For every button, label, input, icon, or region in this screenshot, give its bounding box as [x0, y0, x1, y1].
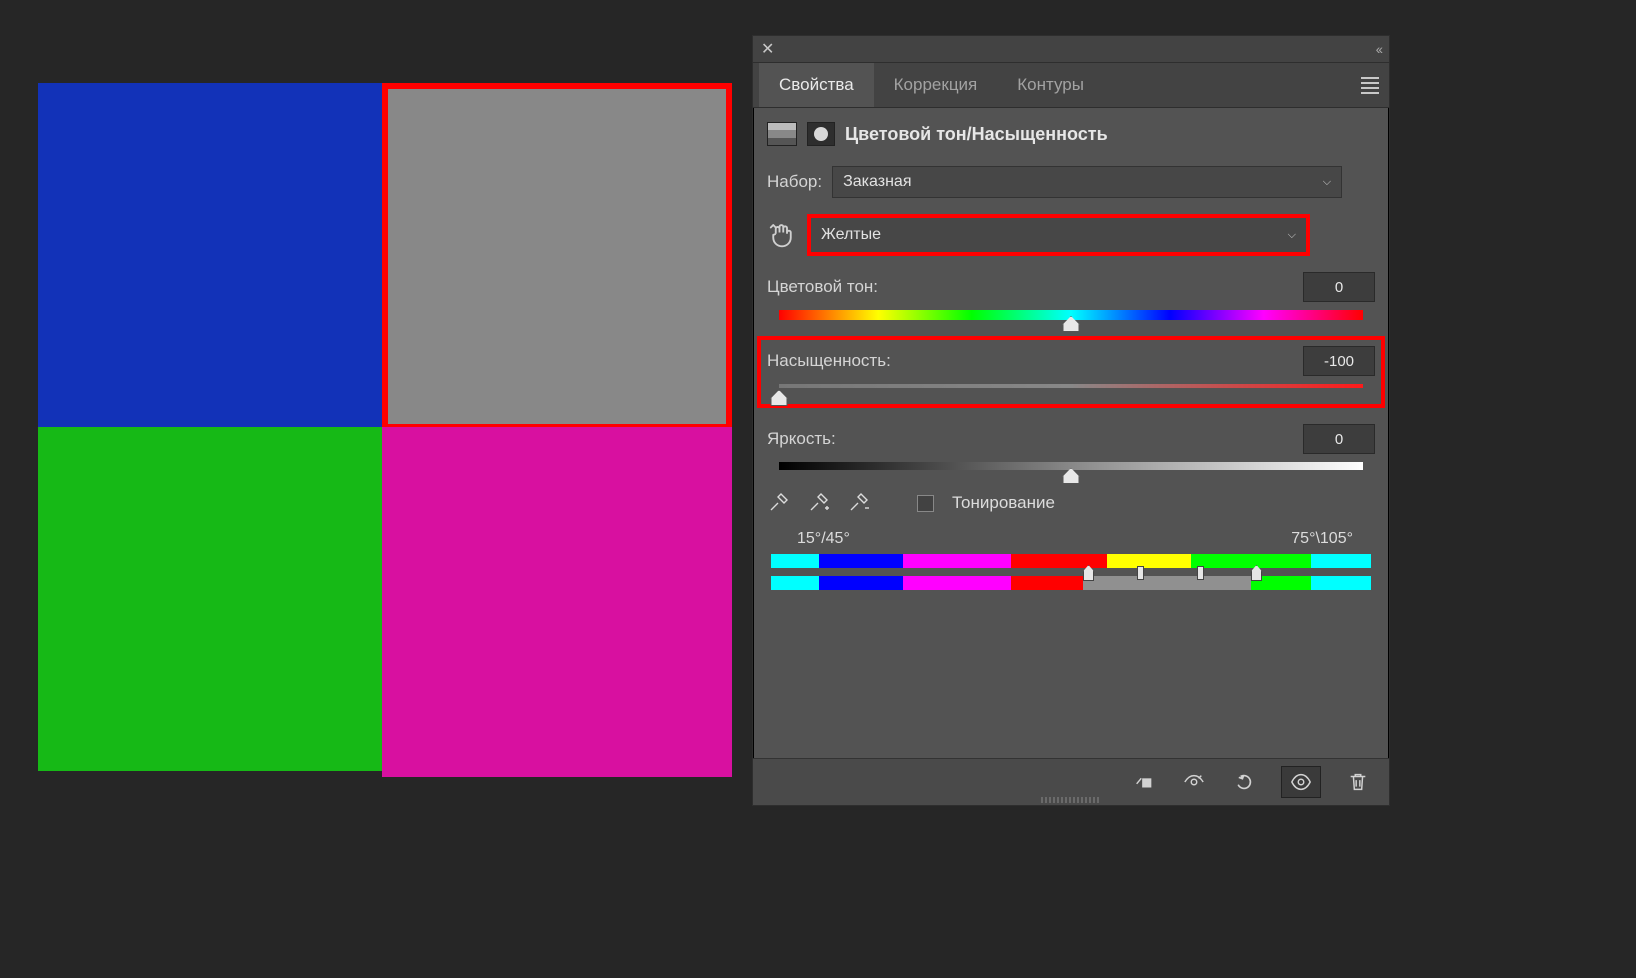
swatch-gray [382, 83, 732, 430]
collapse-icon[interactable]: ‹‹ [1376, 41, 1381, 57]
colorize-checkbox[interactable] [917, 495, 934, 512]
tab-paths[interactable]: Контуры [997, 63, 1104, 107]
visibility-icon[interactable] [1281, 766, 1321, 798]
lightness-label: Яркость: [767, 429, 1303, 449]
hue-slider[interactable] [779, 310, 1363, 320]
tab-properties[interactable]: Свойства [759, 63, 874, 107]
color-spectrum[interactable] [771, 554, 1371, 590]
saturation-slider[interactable] [779, 384, 1363, 394]
panel-footer [753, 758, 1389, 805]
properties-panel: ✕ ‹‹ Свойства Коррекция Контуры Цветовой… [752, 35, 1390, 806]
range-inner-end[interactable] [1197, 566, 1204, 580]
swatch-green [38, 427, 382, 771]
reset-icon[interactable] [1231, 770, 1257, 794]
hue-sat-icon[interactable] [767, 122, 797, 146]
scrubby-hand-icon[interactable] [767, 220, 797, 250]
canvas[interactable] [38, 83, 732, 777]
eyedropper-add-icon[interactable] [807, 490, 833, 516]
clip-to-layer-icon[interactable] [1131, 770, 1157, 794]
lightness-slider[interactable] [779, 462, 1363, 472]
saturation-label: Насыщенность: [767, 351, 1303, 371]
eyedropper-icon[interactable] [767, 490, 793, 516]
adjustment-title: Цветовой тон/Насыщенность [845, 124, 1108, 145]
lightness-input[interactable] [1303, 424, 1375, 454]
tab-adjustments[interactable]: Коррекция [874, 63, 998, 107]
range-inner-start[interactable] [1137, 566, 1144, 580]
chevron-down-icon: ⌵ [1323, 176, 1331, 189]
preset-value: Заказная [843, 173, 911, 191]
range-left: 15°/45° [797, 530, 850, 548]
close-icon[interactable]: ✕ [761, 39, 774, 59]
view-previous-icon[interactable] [1181, 770, 1207, 794]
trash-icon[interactable] [1345, 770, 1371, 794]
panel-menu-icon[interactable] [1361, 77, 1379, 94]
color-range-value: Желтые [821, 226, 881, 244]
mask-icon[interactable] [807, 122, 835, 146]
saturation-thumb[interactable] [771, 390, 788, 406]
saturation-input[interactable] [1303, 346, 1375, 376]
color-range-dropdown[interactable]: Желтые ⌵ [807, 214, 1310, 256]
swatch-blue [38, 83, 382, 427]
colorize-label: Тонирование [952, 493, 1055, 513]
preset-label: Набор: [767, 172, 822, 192]
preset-dropdown[interactable]: Заказная ⌵ [832, 166, 1342, 198]
chevron-down-icon: ⌵ [1288, 229, 1296, 242]
hue-label: Цветовой тон: [767, 277, 1303, 297]
range-right: 75°\105° [1291, 530, 1353, 548]
hue-input[interactable] [1303, 272, 1375, 302]
eyedropper-subtract-icon[interactable] [847, 490, 873, 516]
resize-grip[interactable] [1041, 797, 1101, 803]
lightness-thumb[interactable] [1063, 468, 1080, 484]
swatch-magenta [382, 427, 732, 777]
